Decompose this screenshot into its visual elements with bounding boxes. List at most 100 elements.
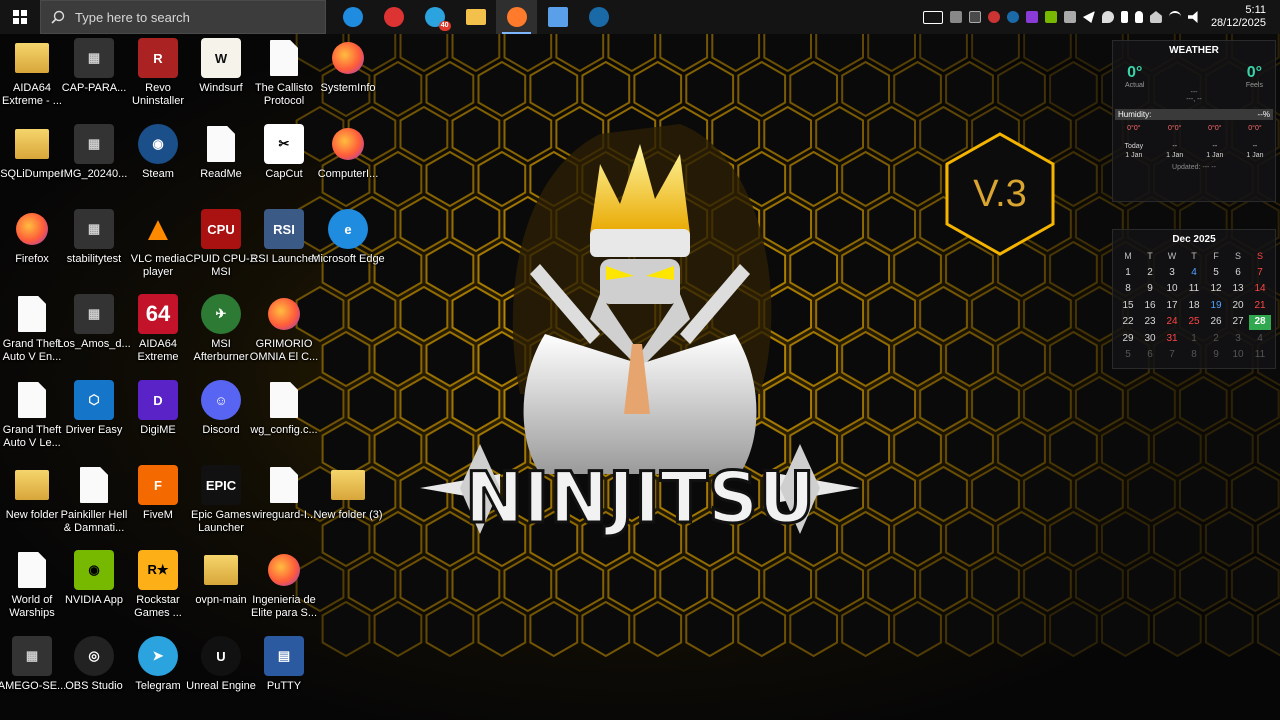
desktop-icon-msi-afterburner[interactable]: ✈ MSI Afterburner xyxy=(189,294,253,364)
calendar-day[interactable]: 13 xyxy=(1227,282,1249,297)
desktop-icon-sqlidumper[interactable]: SQLiDumper xyxy=(0,124,64,181)
desktop-icon-aida64-extreme[interactable]: 64 AIDA64 Extreme xyxy=(126,294,190,364)
desktop-icon-driver-easy[interactable]: ⬡ Driver Easy xyxy=(62,380,126,437)
desktop-icon-grand-theft-auto-v-le[interactable]: Grand Theft Auto V Le... xyxy=(0,380,64,450)
steam-tray-icon[interactable] xyxy=(1006,11,1019,23)
desktop-icon-nvidia-app[interactable]: ◉ NVIDIA App xyxy=(62,550,126,607)
desktop-icon-new-folder-3[interactable]: New folder (3) xyxy=(313,465,383,522)
taskbar-app-screen-recorder[interactable] xyxy=(373,0,414,34)
calendar-day[interactable]: 4 xyxy=(1249,332,1271,347)
calendar-day[interactable]: 7 xyxy=(1249,266,1271,281)
calendar-day[interactable]: 9 xyxy=(1139,282,1161,297)
news-widget-icon[interactable] xyxy=(922,10,943,24)
tray-app-icon[interactable] xyxy=(1149,11,1162,23)
calendar-day[interactable]: 28 xyxy=(1249,315,1271,330)
calendar-day[interactable]: 8 xyxy=(1183,348,1205,363)
taskbar-app-telegram[interactable]: 40 xyxy=(414,0,455,34)
calendar-day[interactable]: 22 xyxy=(1117,315,1139,330)
desktop-icon-microsoft-edge[interactable]: e Microsoft Edge xyxy=(311,209,385,266)
desktop-icon-vlc-media-player[interactable]: ▲ VLC media player xyxy=(126,209,190,279)
calendar-day[interactable]: 16 xyxy=(1139,299,1161,314)
desktop-icon-stabilitytest[interactable]: ▦ stabilitytest xyxy=(62,209,126,266)
desktop-icon-wg-config-c[interactable]: wg_config.c... xyxy=(250,380,318,437)
calendar-day[interactable]: 12 xyxy=(1205,282,1227,297)
desktop-icon-the-callisto-protocol[interactable]: The Callisto Protocol xyxy=(252,38,316,108)
weather-widget[interactable]: WEATHER 0° Actual 0° Feels --- ---, -- H… xyxy=(1112,40,1276,202)
calendar-day[interactable]: 15 xyxy=(1117,299,1139,314)
desktop-icon-ingenieria-de-elite-para-s[interactable]: Ingenieria de Elite para S... xyxy=(251,550,317,620)
nvidia-tray-icon[interactable] xyxy=(1044,11,1057,23)
wifi-icon[interactable] xyxy=(1168,11,1181,23)
tray-app-icon[interactable] xyxy=(968,11,981,23)
desktop-icon-systeminfo[interactable]: SystemInfo xyxy=(316,38,380,95)
desktop-icon-digime[interactable]: D DigiME xyxy=(126,380,190,437)
desktop-icon-world-of-warships[interactable]: World of Warships xyxy=(0,550,64,620)
calendar-day[interactable]: 3 xyxy=(1227,332,1249,347)
desktop-icon-capcut[interactable]: ✂ CapCut xyxy=(252,124,316,181)
telegram-tray-icon[interactable] xyxy=(1082,11,1095,23)
desktop-icon-firefox[interactable]: Firefox xyxy=(0,209,64,266)
taskbar-app-edge[interactable] xyxy=(332,0,373,34)
calendar-day[interactable]: 10 xyxy=(1161,282,1183,297)
calendar-day[interactable]: 18 xyxy=(1183,299,1205,314)
calendar-day[interactable]: 7 xyxy=(1161,348,1183,363)
calendar-day[interactable]: 27 xyxy=(1227,315,1249,330)
desktop-icon-computeri[interactable]: ComputerI... xyxy=(316,124,380,181)
desktop-icon-ovpn-main[interactable]: ovpn-main xyxy=(189,550,253,607)
desktop-icon-wireguard-i[interactable]: wireguard-I... xyxy=(252,465,316,522)
calendar-day[interactable]: 9 xyxy=(1205,348,1227,363)
desktop-icon-readme[interactable]: ReadMe xyxy=(189,124,253,181)
desktop-icon-unreal-engine[interactable]: U Unreal Engine xyxy=(186,636,256,693)
calendar-day[interactable]: 4 xyxy=(1183,266,1205,281)
desktop-icon-img-20240[interactable]: ▦ IMG_20240... xyxy=(61,124,127,181)
desktop-icon-fivem[interactable]: F FiveM xyxy=(126,465,190,522)
calendar-day[interactable]: 29 xyxy=(1117,332,1139,347)
desktop-icon-amego-se[interactable]: ▦ AMEGO-SE... xyxy=(0,636,66,693)
calendar-day[interactable]: 11 xyxy=(1249,348,1271,363)
tray-app-icon[interactable] xyxy=(987,11,1000,23)
calendar-day[interactable]: 5 xyxy=(1205,266,1227,281)
desktop-icon-new-folder[interactable]: New folder xyxy=(0,465,64,522)
volume-icon[interactable] xyxy=(1187,11,1198,23)
desktop-icon-discord[interactable]: ☺ Discord xyxy=(189,380,253,437)
calendar-day[interactable]: 2 xyxy=(1205,332,1227,347)
search-box[interactable]: Type here to search xyxy=(40,0,326,34)
taskbar-app-network[interactable] xyxy=(537,0,578,34)
tray-app-icon[interactable] xyxy=(1025,11,1038,23)
calendar-day[interactable]: 20 xyxy=(1227,299,1249,314)
taskbar-clock[interactable]: 5:11 28/12/2025 xyxy=(1211,4,1266,30)
calendar-day[interactable]: 19 xyxy=(1205,299,1227,314)
calendar-day[interactable]: 2 xyxy=(1139,266,1161,281)
calendar-day[interactable]: 31 xyxy=(1161,332,1183,347)
calendar-day[interactable]: 26 xyxy=(1205,315,1227,330)
desktop-icon-rsi-launcher[interactable]: RSI RSI Launcher xyxy=(250,209,318,266)
desktop-icon-revo-uninstaller[interactable]: R Revo Uninstaller xyxy=(126,38,190,108)
tray-app-icon[interactable] xyxy=(1063,11,1076,23)
desktop-icon-telegram[interactable]: ➤ Telegram xyxy=(126,636,190,693)
calendar-day[interactable]: 6 xyxy=(1227,266,1249,281)
calendar-day[interactable]: 24 xyxy=(1161,315,1183,330)
calendar-day[interactable]: 6 xyxy=(1139,348,1161,363)
taskbar-app-steam[interactable] xyxy=(578,0,619,34)
calendar-day[interactable]: 11 xyxy=(1183,282,1205,297)
tray-app-icon[interactable] xyxy=(949,11,962,23)
calendar-day[interactable]: 14 xyxy=(1249,282,1271,297)
tray-app-icon[interactable] xyxy=(1101,11,1114,23)
desktop-icon-painkiller-hell-damnati[interactable]: Painkiller Hell & Damnati... xyxy=(61,465,127,535)
desktop-icon-cap-para[interactable]: ▦ CAP-PARA... xyxy=(62,38,126,95)
calendar-day[interactable]: 1 xyxy=(1117,266,1139,281)
calendar-widget[interactable]: Dec 2025 M T W T F S S 1 2 3 4 5 6 7 8 9 10 11 12 13 14 15 16 1… xyxy=(1112,229,1276,369)
calendar-day[interactable]: 10 xyxy=(1227,348,1249,363)
taskbar-app-file-explorer[interactable] xyxy=(455,0,496,34)
desktop-icon-grand-theft-auto-v-en[interactable]: Grand Theft Auto V En... xyxy=(0,294,64,364)
start-button[interactable] xyxy=(0,0,40,34)
desktop-icon-aida64-extreme[interactable]: AIDA64 Extreme - ... xyxy=(0,38,64,108)
desktop-icon-grimorio-omnia-el-c[interactable]: GRIMORIO OMNIA El C... xyxy=(250,294,318,364)
taskbar-app-firefox[interactable] xyxy=(496,0,537,34)
desktop-icon-epic-games-launcher[interactable]: EPIC Epic Games Launcher xyxy=(189,465,253,535)
desktop-icon-windsurf[interactable]: W Windsurf xyxy=(189,38,253,95)
calendar-day[interactable]: 1 xyxy=(1183,332,1205,347)
calendar-day[interactable]: 5 xyxy=(1117,348,1139,363)
desktop-icon-cpuid-cpu-z-msi[interactable]: CPU CPUID CPU-Z MSI xyxy=(186,209,256,279)
calendar-day[interactable]: 30 xyxy=(1139,332,1161,347)
